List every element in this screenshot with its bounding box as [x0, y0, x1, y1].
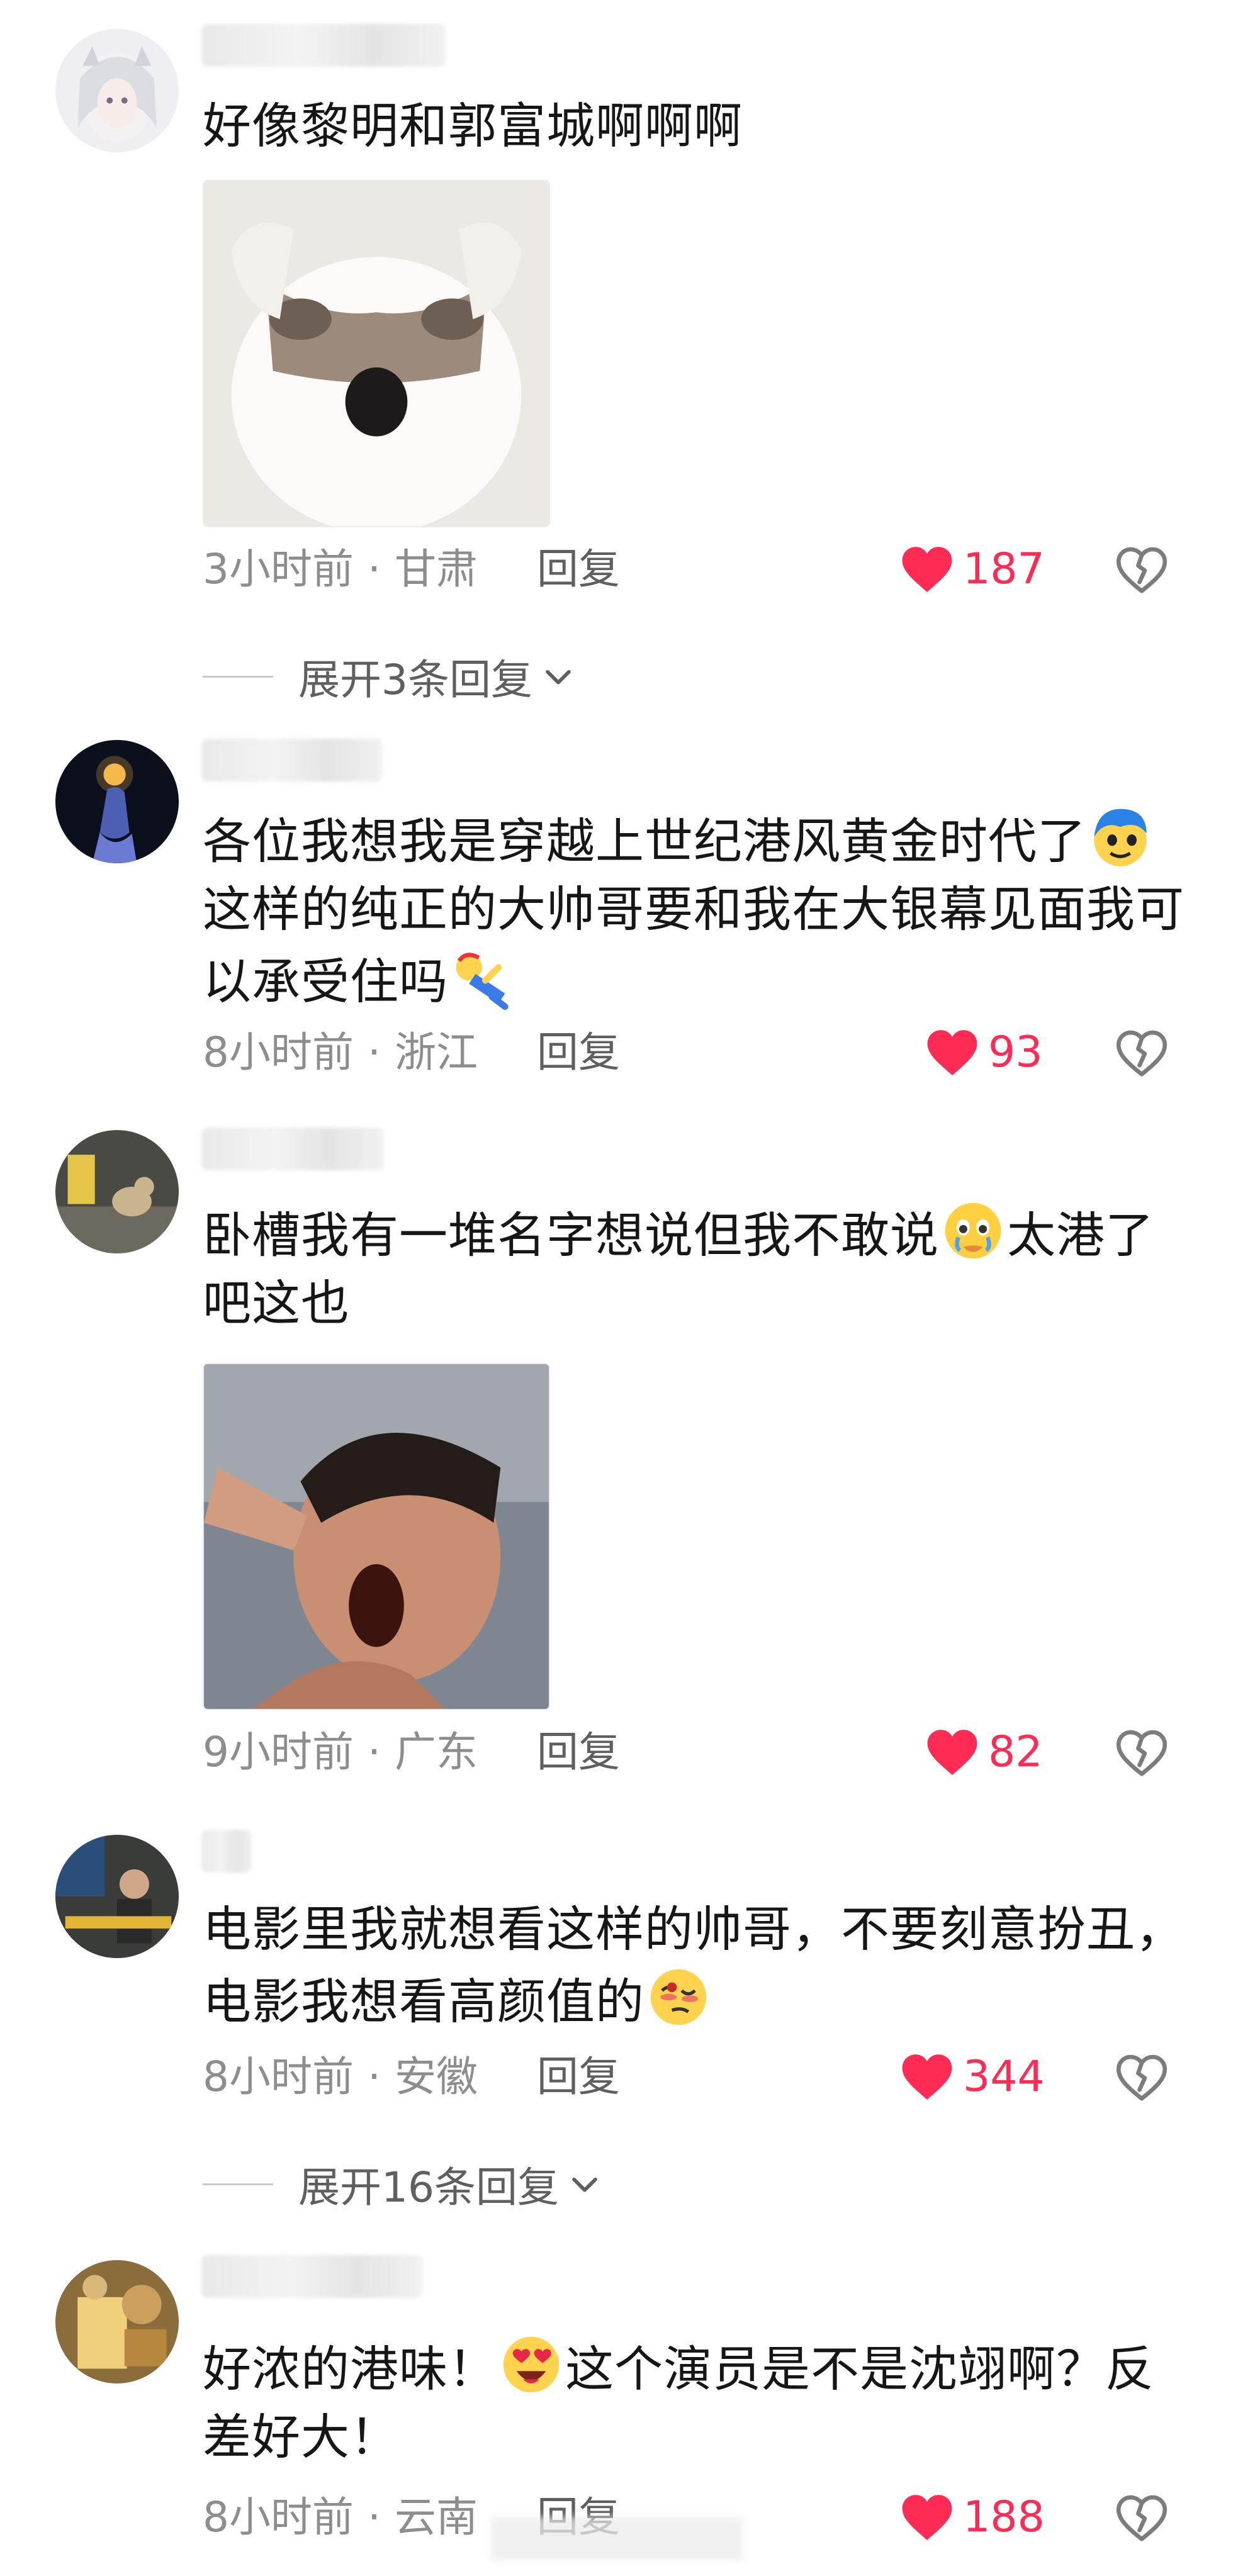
heart-icon [902, 547, 952, 592]
fainting-emoji-icon [449, 944, 515, 1010]
avatar[interactable] [55, 1835, 179, 1958]
reply-button[interactable]: 回复 [537, 1024, 620, 1081]
comment-time: 8小时前 [203, 1028, 354, 1077]
expand-line [203, 675, 273, 678]
comment-time: 8小时前 [203, 2493, 354, 2541]
like-count: 188 [963, 2492, 1045, 2542]
avatar[interactable] [55, 29, 179, 152]
like-count: 93 [988, 1028, 1043, 1077]
comment-meta: 9小时前 · 广东 回复 [203, 1724, 620, 1781]
like-count: 82 [988, 1727, 1043, 1777]
reply-button[interactable]: 回复 [537, 1724, 620, 1781]
comment-text: 电影里我就想看这样的帅哥，不要刻意扮丑，电影我想看高颜值的 [203, 1896, 1185, 2037]
comment-time: 8小时前 [203, 2052, 354, 2101]
username-blurred[interactable] [201, 1128, 384, 1170]
like-count: 187 [963, 544, 1045, 594]
separator-dot: · [368, 545, 381, 593]
avatar[interactable] [55, 740, 179, 863]
like-button[interactable]: 188 [900, 2489, 1045, 2546]
comment-text: 好浓的港味！ 这个演员是不是沈翊啊？反差好大！ [203, 2332, 1185, 2472]
heart-icon [927, 1030, 977, 1075]
comment-time: 9小时前 [203, 1728, 354, 1776]
expand-line [203, 2183, 273, 2185]
username-blurred[interactable] [201, 739, 383, 781]
username-blurred[interactable] [201, 2255, 423, 2298]
comment-text-part: 各位我想我是穿越上世纪港风黄金时代了 [203, 814, 1086, 870]
like-button[interactable]: 187 [900, 541, 1045, 598]
comment-text: 好像黎明和郭富城啊啊啊 [203, 99, 743, 155]
username-blurred[interactable] [201, 1830, 252, 1873]
comment-time: 3小时前 [203, 545, 354, 593]
comment-text-part: 这样的纯正的大帅哥要和我在大银幕见面我可以承受住吗 [203, 882, 1185, 1011]
comment-location: 云南 [394, 2493, 478, 2541]
comment-text-part: 卧槽我有一堆名字想说但我不敢说 [203, 1208, 939, 1264]
like-button[interactable]: 344 [900, 2049, 1045, 2105]
heart-icon [902, 2495, 952, 2540]
dislike-heart-icon[interactable] [1115, 1727, 1168, 1779]
comment-meta: 8小时前 · 浙江 回复 [203, 1024, 620, 1081]
dislike-heart-icon[interactable] [1115, 2051, 1168, 2104]
dislike-heart-icon[interactable] [1115, 1027, 1168, 1080]
comment-location: 浙江 [394, 1028, 478, 1077]
comment-text: 各位我想我是穿越上世纪港风黄金时代了这样的纯正的大帅哥要和我在大银幕见面我可以承… [203, 804, 1185, 1017]
separator-dot: · [368, 1728, 381, 1776]
comment-text-part: 好浓的港味！ [203, 2342, 497, 2398]
separator-dot: · [368, 2052, 381, 2101]
watermark-blur [491, 2517, 743, 2561]
dizzy-face-emoji-icon [646, 1964, 711, 2030]
smiling-emoji-icon [1088, 804, 1153, 870]
expand-replies[interactable]: 展开16条回复 [203, 2156, 603, 2212]
username-blurred[interactable] [201, 24, 446, 67]
expand-label: 展开16条回复 [298, 2163, 559, 2212]
separator-dot: · [368, 2493, 381, 2541]
comment-location: 安徽 [394, 2052, 478, 2101]
avatar[interactable] [55, 1130, 179, 1253]
heart-eyes-emoji-icon [498, 2332, 564, 2397]
comment-meta: 8小时前 · 安徽 回复 [203, 2049, 620, 2105]
chevron-down-icon [572, 2177, 597, 2192]
reply-button[interactable]: 回复 [537, 2049, 620, 2105]
like-button[interactable]: 82 [925, 1724, 1043, 1781]
chevron-down-icon [546, 669, 571, 685]
like-button[interactable]: 93 [925, 1024, 1043, 1081]
heart-icon [927, 1730, 977, 1775]
like-count: 344 [963, 2052, 1045, 2102]
sticker-image[interactable] [203, 1363, 550, 1710]
avatar[interactable] [55, 2260, 179, 2383]
crying-emoji-icon [940, 1198, 1006, 1263]
heart-icon [902, 2054, 952, 2100]
separator-dot: · [368, 1028, 381, 1077]
dislike-heart-icon[interactable] [1115, 2492, 1168, 2545]
comment-location: 广东 [394, 1728, 478, 1776]
expand-replies[interactable]: 展开3条回复 [203, 648, 577, 705]
comment-text: 卧槽我有一堆名字想说但我不敢说 太港了吧这也 [203, 1198, 1185, 1338]
expand-label: 展开3条回复 [298, 656, 532, 704]
dislike-heart-icon[interactable] [1115, 544, 1168, 596]
sticker-image[interactable] [203, 180, 550, 527]
reply-button[interactable]: 回复 [537, 541, 620, 598]
comment-meta: 3小时前 · 甘肃 回复 [203, 541, 620, 598]
comment-location: 甘肃 [394, 545, 478, 593]
